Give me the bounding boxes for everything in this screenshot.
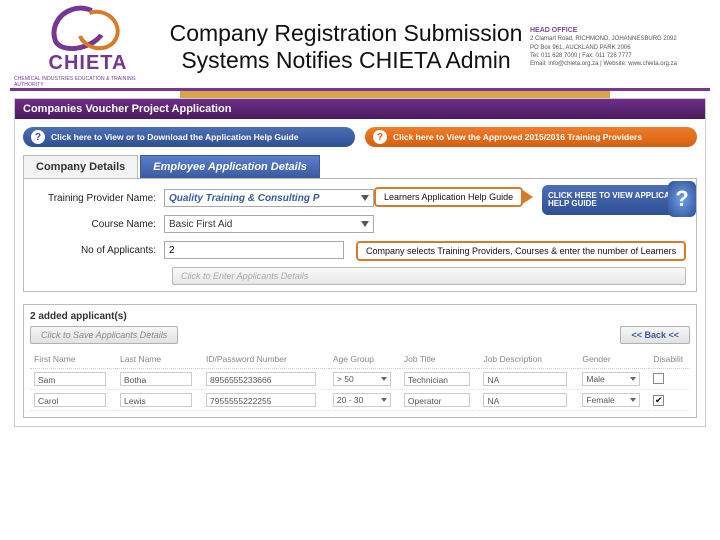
guide-row: ? Click here to View or to Download the … xyxy=(15,119,705,155)
contact-line: 2 Clamart Road, RICHMOND, JOHANNESBURG 2… xyxy=(530,35,706,43)
applicants-help-guide-button[interactable]: CLICK HERE TO VIEW APPLICANTS HELP GUIDE… xyxy=(542,185,690,215)
job-description-input[interactable]: NA xyxy=(483,372,567,386)
guide-left-label: Click here to View or to Download the Ap… xyxy=(51,132,298,142)
application-panel: Companies Voucher Project Application ? … xyxy=(14,98,706,427)
guide-right-label: Click here to View the Approved 2015/201… xyxy=(393,132,642,142)
chevron-down-icon xyxy=(381,398,387,402)
applicants-value: 2 xyxy=(169,245,175,256)
logo-swirl-icon xyxy=(48,8,128,50)
job-title-input[interactable]: Technician xyxy=(404,372,470,386)
chieta-logo: CHIETA CHEMICAL INDUSTRIES EDUCATION & T… xyxy=(14,8,162,88)
age-group-select[interactable]: > 50 xyxy=(333,372,391,386)
panel-title: Companies Voucher Project Application xyxy=(15,99,705,119)
contact-info: HEAD OFFICE 2 Clamart Road, RICHMOND, JO… xyxy=(530,8,706,68)
slide-title: Company Registration Submission Systems … xyxy=(162,8,530,74)
chevron-down-icon xyxy=(361,221,369,227)
logo-tagline: CHEMICAL INDUSTRIES EDUCATION & TRAINING… xyxy=(14,76,162,88)
question-icon: ? xyxy=(31,130,45,144)
course-label: Course Name: xyxy=(34,219,164,230)
col-job-description: Job Description xyxy=(479,350,578,369)
header-divider xyxy=(10,88,710,98)
last-name-input[interactable]: Lewis xyxy=(120,393,192,407)
question-icon: ? xyxy=(373,130,387,144)
slide-header: CHIETA CHEMICAL INDUSTRIES EDUCATION & T… xyxy=(0,0,720,88)
course-value: Basic First Aid xyxy=(169,219,232,230)
callout-learners-guide: Learners Application Help Guide xyxy=(374,187,523,207)
table-row: Carol Lewis 7955555222255 20 - 30 Operator NA… xyxy=(30,390,690,411)
chevron-down-icon xyxy=(361,195,369,201)
added-count-label: 2 added applicant(s) xyxy=(30,311,690,322)
contact-heading: HEAD OFFICE xyxy=(530,26,706,35)
chevron-down-icon xyxy=(630,398,636,402)
disability-checkbox[interactable] xyxy=(653,373,664,384)
course-row: Course Name: Basic First Aid xyxy=(34,215,686,233)
course-name-select[interactable]: Basic First Aid xyxy=(164,215,374,233)
disability-checkbox[interactable]: ✔ xyxy=(653,395,664,406)
added-applicants-block: 2 added applicant(s) Click to Save Appli… xyxy=(23,304,697,418)
tab-row: Company Details Employee Application Det… xyxy=(15,155,705,178)
tab-employee-application-details[interactable]: Employee Application Details xyxy=(140,155,320,178)
id-number-input[interactable]: 8956555233666 xyxy=(206,372,316,386)
question-icon: ? xyxy=(668,181,696,217)
first-name-input[interactable]: Sam xyxy=(34,372,106,386)
save-row: Click to Save Applicants Details << Back… xyxy=(30,326,690,344)
job-title-input[interactable]: Operator xyxy=(404,393,470,407)
gender-select[interactable]: Male xyxy=(582,372,640,386)
view-training-providers-button[interactable]: ? Click here to View the Approved 2015/2… xyxy=(365,127,697,147)
callout-company-selects: Company selects Training Providers, Cour… xyxy=(356,241,686,261)
contact-line: Tel: 011 628 7000 | Fax: 011 726 7777 xyxy=(530,52,706,60)
age-group-select[interactable]: 20 - 30 xyxy=(333,393,391,407)
col-last-name: Last Name xyxy=(116,350,202,369)
table-row: Sam Botha 8956555233666 > 50 Technician NA Mal… xyxy=(30,369,690,390)
title-line-1: Company Registration Submission xyxy=(162,20,530,47)
applicants-table: First Name Last Name ID/Password Number … xyxy=(30,350,690,411)
job-description-input[interactable]: NA xyxy=(483,393,567,407)
table-header-row: First Name Last Name ID/Password Number … xyxy=(30,350,690,369)
save-applicants-details-button[interactable]: Click to Save Applicants Details xyxy=(30,326,178,344)
no-of-applicants-input[interactable]: 2 xyxy=(164,241,344,259)
col-disability: Disabilit xyxy=(649,350,690,369)
contact-line: Email: info@chieta.org.za | Website: www… xyxy=(530,60,706,68)
title-line-2: Systems Notifies CHIETA Admin xyxy=(162,47,530,74)
id-number-input[interactable]: 7955555222255 xyxy=(206,393,316,407)
employee-tab-body: CLICK HERE TO VIEW APPLICANTS HELP GUIDE… xyxy=(23,178,697,292)
provider-value: Quality Training & Consulting P xyxy=(169,193,319,204)
col-gender: Gender xyxy=(578,350,649,369)
provider-label: Training Provider Name: xyxy=(34,193,164,204)
first-name-input[interactable]: Carol xyxy=(34,393,106,407)
chevron-down-icon xyxy=(381,377,387,381)
training-provider-select[interactable]: Quality Training & Consulting P xyxy=(164,189,374,207)
col-age-group: Age Group xyxy=(329,350,400,369)
download-help-guide-button[interactable]: ? Click here to View or to Download the … xyxy=(23,127,355,147)
col-first-name: First Name xyxy=(30,350,116,369)
col-job-title: Job Title xyxy=(400,350,480,369)
chevron-down-icon xyxy=(630,377,636,381)
tab-company-details[interactable]: Company Details xyxy=(23,155,138,178)
last-name-input[interactable]: Botha xyxy=(120,372,192,386)
col-id-number: ID/Password Number xyxy=(202,350,329,369)
back-button[interactable]: << Back << xyxy=(620,326,690,344)
gender-select[interactable]: Female xyxy=(582,393,640,407)
logo-word: CHIETA xyxy=(49,52,128,75)
contact-line: PO Box 961, AUCKLAND PARK 2006 xyxy=(530,44,706,52)
enter-applicants-details-button[interactable]: Click to Enter Applicants Details xyxy=(172,267,686,285)
applicants-label: No of Applicants: xyxy=(34,245,164,256)
